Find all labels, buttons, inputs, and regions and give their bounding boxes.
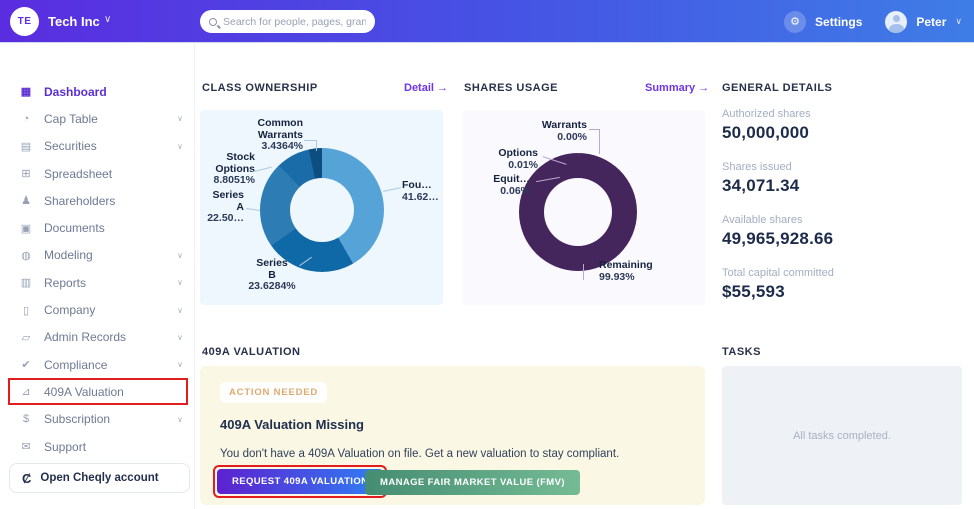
gear-icon[interactable]: ⚙ [784,10,807,33]
sidebar-item-admin-records[interactable]: ▱ Admin Records ∨ [0,324,195,351]
chevron-down-icon: ∨ [177,305,183,315]
class-ownership-detail-link[interactable]: Detail → [404,82,448,94]
request-409a-valuation-button[interactable]: REQUEST 409A VALUATION [217,469,384,494]
tasks-empty-text: All tasks completed. [793,429,891,442]
search-input[interactable] [223,15,366,28]
sidebar-item-modeling[interactable]: ◍ Modeling ∨ [0,242,195,269]
class-ownership-card: Fou… 41.62… Series B 23.6284% Series A 22.50… St… [200,110,443,305]
sidebar-nav: ▦ Dashboard ◔ Cap Table ∨ ▤ Securities ∨ ⊞ Spread… [0,78,195,460]
report-icon: ▥ [20,277,32,290]
table-icon: ⊞ [21,168,31,181]
chart-label-stock-options: Stock Options 8.8051% [213,151,255,186]
dashboard-icon: ▦ [20,86,32,99]
leader-line [583,264,593,280]
company-name[interactable]: Tech Inc [48,14,100,29]
chevron-down-icon: ∨ [177,332,183,342]
chevron-down-icon[interactable]: ∨ [104,14,111,25]
chevron-down-icon: ∨ [177,141,183,151]
sidebar: ▦ Dashboard ◔ Cap Table ∨ ▤ Securities ∨ ⊞ Spread… [0,43,195,509]
chevron-down-icon: ∨ [177,414,183,424]
dollar-icon: $ [22,413,30,426]
chart-label-equit: Equit… 0.06% [493,173,530,197]
sidebar-item-documents[interactable]: ▣ Documents [0,214,195,241]
shares-usage-card: Warrants 0.00% Options 0.01% Equit… 0.06% Rema… [462,110,705,305]
sidebar-item-compliance[interactable]: ✔ Compliance ∨ [0,351,195,378]
person-icon: ♟ [21,195,31,208]
records-icon: ▱ [21,331,31,344]
valuation-section-title: 409A VALUATION [202,346,301,358]
annotation-box-request-button: REQUEST 409A VALUATION [213,465,388,498]
sidebar-item-subscription[interactable]: $ Subscription ∨ [0,406,195,433]
class-ownership-title: CLASS OWNERSHIP [202,82,318,94]
trend-chart-icon: ⊿ [21,386,31,399]
sidebar-item-securities[interactable]: ▤ Securities ∨ [0,133,195,160]
tasks-panel: All tasks completed. [722,366,962,505]
leader-line [245,208,261,211]
chevron-down-icon: ∨ [177,278,183,288]
tasks-section-title: TASKS [722,346,761,358]
shares-usage-summary-link[interactable]: Summary → [645,82,709,94]
general-details-panel: Authorized shares 50,000,000 Shares issued… [722,108,962,320]
chat-icon: ✉ [21,441,31,453]
top-bar: TE Tech Inc ∨ ⚙ Settings Peter ∨ [0,0,974,43]
detail-shares-issued: Shares issued 34,071.34 [722,161,800,195]
search-bar[interactable] [200,10,375,33]
chevron-down-icon: ∨ [177,250,183,260]
leader-line [383,187,401,192]
shield-check-icon: ✔ [21,359,31,372]
sidebar-item-reports[interactable]: ▥ Reports ∨ [0,269,195,296]
pie-chart-icon: ◔ [22,112,30,125]
sidebar-item-dashboard[interactable]: ▦ Dashboard [0,78,195,105]
sidebar-item-shareholders[interactable]: ♟ Shareholders [0,187,195,214]
chart-label-common-warrants: Common Warrants 3.4364% [257,117,304,152]
chart-label-options: Options 0.01% [498,147,538,171]
leader-line [252,166,272,173]
chevron-down-icon[interactable]: ∨ [955,16,962,27]
open-cheqly-account-button[interactable]: Ȼ Open Cheqly account [9,463,190,493]
sidebar-item-cap-table[interactable]: ◔ Cap Table ∨ [0,105,195,132]
valuation-panel: ACTION NEEDED 409A Valuation Missing You… [200,366,705,505]
chart-label-fou: Fou… 41.62… [402,179,439,203]
chart-label-warrants: Warrants 0.00% [541,119,587,143]
sidebar-item-support[interactable]: ✉ Support [0,433,195,460]
user-name[interactable]: Peter [916,15,946,29]
sidebar-item-spreadsheet[interactable]: ⊞ Spreadsheet [0,160,195,187]
sidebar-item-409a-valuation[interactable]: ⊿ 409A Valuation [0,378,195,405]
bulb-icon: ◍ [21,249,31,262]
chart-label-remaining: Remaining 99.93% [599,259,653,283]
detail-total-capital-committed: Total capital committed $55,593 [722,267,834,301]
company-avatar[interactable]: TE [10,7,39,36]
chevron-down-icon: ∨ [177,360,183,370]
chart-label-series-a: Series A 22.50… [207,189,244,224]
detail-authorized-shares: Authorized shares 50,000,000 [722,108,811,142]
general-details-title: GENERAL DETAILS [722,82,833,94]
cheqly-logo-icon: Ȼ [22,470,32,486]
action-needed-badge: ACTION NEEDED [220,382,328,403]
chevron-down-icon: ∨ [177,114,183,124]
shares-usage-title: SHARES USAGE [464,82,559,94]
manage-fmv-button[interactable]: MANAGE FAIR MARKET VALUE (FMV) [365,470,580,495]
user-avatar[interactable] [885,10,908,33]
settings-button[interactable]: Settings [815,15,862,29]
clipboard-icon: ▤ [20,140,32,153]
folder-icon: ▣ [20,222,32,235]
building-icon: ▯ [22,304,30,317]
leader-line [304,140,317,151]
dashboard-screen: TE Tech Inc ∨ ⚙ Settings Peter ∨ ▦Dashbo… [0,0,974,509]
chart-label-series-b: Series B 23.6284% [248,257,296,292]
valuation-heading: 409A Valuation Missing [220,417,365,432]
detail-available-shares: Available shares 49,965,928.66 [722,214,834,248]
valuation-body-text: You don't have a 409A Valuation on file.… [220,448,620,460]
sidebar-item-company[interactable]: ▯ Company ∨ [0,296,195,323]
class-ownership-donut-chart [260,148,384,272]
search-icon [209,17,217,26]
leader-line [589,129,600,154]
